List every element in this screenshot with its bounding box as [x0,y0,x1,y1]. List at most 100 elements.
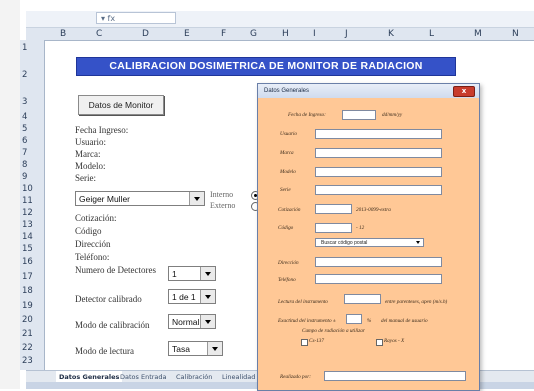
row-header[interactable]: 2 [22,70,27,80]
sheet-title: CALIBRACION DOSIMETRICA DE MONITOR DE RA… [76,57,456,76]
serie-input[interactable] [315,185,442,195]
num-detectores-combo[interactable]: 1 [168,266,216,281]
left-margin [0,0,20,389]
detector-type-combo[interactable]: Geiger Muller [75,191,205,206]
label-realizado: Realizado por: [280,374,311,380]
row-header[interactable]: 16 [22,257,33,267]
label-externo: Externo [210,201,236,210]
col-header[interactable]: B [60,28,66,40]
col-header[interactable]: D [142,28,149,40]
label-lectura: Lectura del instrumento [278,299,328,305]
cotizacion-hint: 2013-0099-extra [356,207,391,213]
marca-input[interactable] [315,148,442,158]
exactitud-input[interactable] [346,314,362,324]
chevron-down-icon[interactable] [416,240,422,245]
chevron-down-icon[interactable] [200,290,215,303]
row-header[interactable]: 8 [22,160,27,170]
label-exactitud: Exactitud del instrumento ± [278,318,336,324]
col-header[interactable]: H [282,28,289,40]
label-cs137: Cs-137 [309,338,324,344]
direccion-input[interactable] [315,257,442,267]
checkbox-rayos-x[interactable] [376,339,383,346]
row-header[interactable]: 14 [22,232,33,242]
column-headers: B C D E F G H I J K L M N [26,28,534,41]
codigo-input[interactable] [315,223,352,233]
row-header[interactable]: 9 [22,172,27,182]
label-modo-calibracion: Modo de calibración [75,320,150,330]
col-header[interactable]: I [313,28,316,40]
row-header[interactable]: 19 [22,301,33,311]
row-header[interactable]: 1 [22,43,27,53]
chevron-down-icon[interactable] [200,267,215,280]
label-serie: Serie [280,187,291,193]
lectura-input[interactable] [344,294,381,304]
row-header[interactable]: 3 [22,97,27,107]
telefono-input[interactable] [315,274,442,284]
col-header[interactable]: M [474,28,482,40]
formula-bar: ▾ fx [26,11,534,28]
buscar-codigo-combo[interactable]: Buscar código postal [315,238,424,247]
row-header[interactable]: 22 [22,343,33,353]
num-detectores-value: 1 [172,269,177,279]
lectura-hint: entre parenteses, apen (m/s.h) [385,299,448,305]
label-telefono: Teléfono: [75,252,110,262]
dialog-title: Datos Generales [258,84,479,98]
cotizacion-input[interactable] [315,204,352,214]
row-header[interactable]: 17 [22,272,33,282]
row-header[interactable]: 18 [22,286,33,296]
label-campo: Campo de radiación a utilizar [302,328,365,334]
col-header[interactable]: L [429,28,434,40]
label-fecha-ingreso: Fecha de Ingreso: [288,112,326,118]
label-telefono: Teléfono [278,277,296,283]
row-header[interactable]: 13 [22,220,33,230]
buscar-codigo-value: Buscar código postal [321,240,368,246]
label-interno: Interno [210,190,234,199]
col-header[interactable]: K [388,28,394,40]
col-header[interactable]: G [250,28,257,40]
row-header[interactable]: 4 [22,112,27,122]
row-header[interactable]: 7 [22,148,27,158]
chevron-down-icon[interactable] [207,342,222,355]
label-marca: Marca: [75,149,101,159]
col-header[interactable]: E [184,28,190,40]
col-header[interactable]: F [221,28,226,40]
row-header[interactable]: 5 [22,124,27,134]
label-cotizacion: Cotización [278,207,301,213]
label-modo-lectura: Modo de lectura [75,346,134,356]
row-header[interactable]: 11 [22,196,33,206]
chevron-down-icon[interactable] [189,192,204,205]
datos-monitor-button[interactable]: Datos de Monitor [78,95,164,115]
col-header[interactable]: J [345,28,348,40]
label-usuario: Usuario: [75,137,106,147]
row-headers: 1 2 3 4 5 6 7 8 9 10 11 12 13 14 15 16 1… [20,40,45,370]
detector-calibrado-combo[interactable]: 1 de 1 [168,289,216,304]
label-codigo: Código [75,226,102,236]
codigo-hint: - 12 [356,225,365,231]
row-header[interactable]: 15 [22,244,33,254]
realizado-input[interactable] [324,371,466,381]
checkbox-cs137[interactable] [301,339,308,346]
datos-generales-dialog: Datos Generales x Fecha de Ingreso: dd/m… [257,83,480,391]
fecha-input[interactable] [342,110,376,120]
modelo-input[interactable] [315,167,442,177]
modo-calibracion-combo[interactable]: Normal [168,314,216,329]
fecha-hint: dd/mm/yy [382,112,403,118]
row-header[interactable]: 21 [22,329,33,339]
row-header[interactable]: 23 [22,356,33,366]
row-header[interactable]: 10 [22,184,33,194]
usuario-input[interactable] [315,129,442,139]
label-rayos-x: Rayos - X [384,338,405,344]
name-box[interactable]: ▾ fx [96,12,176,24]
row-header[interactable]: 20 [22,315,33,325]
exactitud-hint: del manual de usuario [381,318,428,324]
label-detector-calibrado: Detector calibrado [75,294,142,304]
modo-lectura-value: Tasa [172,344,190,354]
col-header[interactable]: C [96,28,102,40]
row-header[interactable]: 6 [22,136,27,146]
label-direccion: Dirección [278,260,299,266]
chevron-down-icon[interactable] [200,315,215,328]
col-header[interactable]: N [512,28,519,40]
close-button[interactable]: x [453,86,475,97]
modo-lectura-combo[interactable]: Tasa [168,341,223,356]
row-header[interactable]: 12 [22,208,33,218]
